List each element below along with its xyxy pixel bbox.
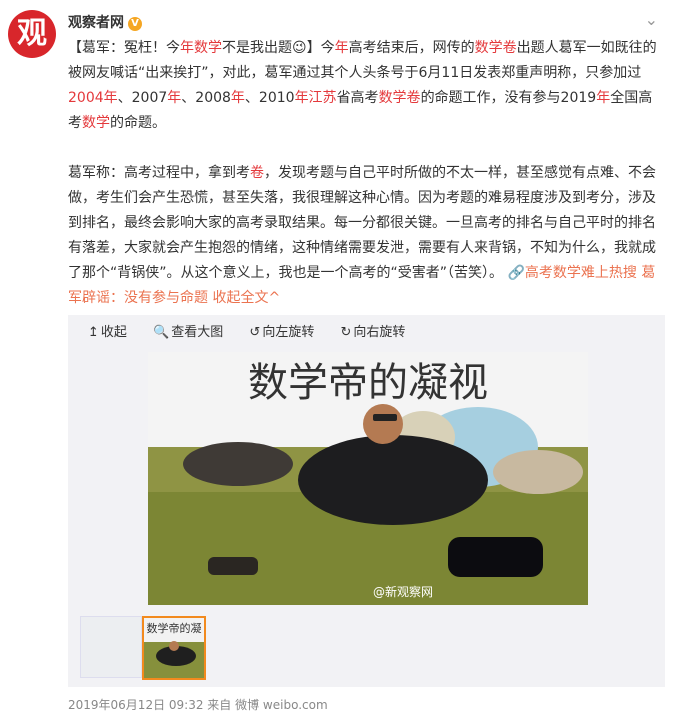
image-watermark: @新观察网	[373, 584, 433, 599]
post-meta: 2019年06月12日 09:32 来自 微博 weibo.com	[68, 698, 328, 712]
text-span: ，发现考题与自己平时所做的不太一样，甚至感觉有点难、不会做，考生们会产生恐慌，甚…	[68, 165, 656, 281]
topic-link-text[interactable]: 高考	[525, 265, 553, 281]
keyword-highlight: 2004年	[68, 90, 118, 106]
keyword-highlight: 年	[334, 40, 349, 56]
thumbnail-image: 数学帝的凝	[144, 618, 204, 678]
author-name-text[interactable]: 观察者网	[68, 15, 124, 31]
keyword-highlight: 年	[180, 40, 194, 56]
keyword-highlight: 数学	[194, 40, 222, 56]
text-span: 、2010	[244, 90, 295, 106]
text-span: 】今	[306, 40, 335, 56]
text-span: 省高考	[336, 90, 379, 106]
text-span: 【葛军：冤枉！今	[68, 40, 180, 56]
keyword-highlight: 年江苏	[294, 90, 337, 106]
rotate-left-icon: ↺	[249, 325, 261, 340]
image-gallery: ↥ 收起 🔍 查看大图 ↺ 向左旋转 ↻ 向右旋转 数学帝的凝视 @新观察网 数…	[68, 315, 665, 687]
keyword-highlight: 年	[167, 90, 182, 106]
zoom-icon: 🔍	[153, 325, 170, 340]
keyword-highlight: 数学卷	[474, 40, 517, 56]
verified-badge-icon: V	[128, 17, 142, 31]
chevron-up-icon: ^	[268, 290, 281, 306]
keyword-highlight: 数学卷	[378, 90, 421, 106]
avatar[interactable]: 观	[8, 10, 56, 58]
keyword-highlight: 年	[596, 90, 611, 106]
keyword-highlight: 卷	[250, 165, 264, 181]
photo-illustration: 数学帝的凝视 @新观察网	[148, 352, 588, 605]
text-span: 高考结束后，网传的	[348, 40, 475, 56]
rotate-right-icon: ↻	[340, 325, 352, 340]
collapse-image-button[interactable]: ↥ 收起	[88, 315, 127, 351]
view-large-label[interactable]: 查看大图	[171, 325, 223, 340]
post-text: 【葛军：冤枉！今年数学不是我出题😉】今年高考结束后，网传的数学卷出题人葛军一如既…	[68, 36, 666, 311]
rotate-left-button[interactable]: ↺ 向左旋转	[249, 315, 314, 351]
text-span: 不是我出题	[222, 40, 292, 56]
collapse-text-link[interactable]: 收起全文^	[212, 290, 280, 306]
collapse-image-label[interactable]: 收起	[101, 325, 127, 340]
post-paragraph-1: 【葛军：冤枉！今年数学不是我出题😉】今年高考结束后，网传的数学卷出题人葛军一如既…	[68, 36, 666, 136]
collapse-text-label[interactable]: 收起全文	[212, 290, 268, 306]
author-name[interactable]: 观察者网 V	[68, 12, 142, 32]
text-span: 的命题工作，没有参与2019	[420, 90, 597, 106]
rotate-right-button[interactable]: ↻ 向右旋转	[340, 315, 405, 351]
image-caption: 数学帝的凝视	[248, 360, 488, 406]
image-toolbar: ↥ 收起 🔍 查看大图 ↺ 向左旋转 ↻ 向右旋转	[68, 315, 665, 351]
weibo-post-card: 观 观察者网 V ⌄ 【葛军：冤枉！今年数学不是我出题😉】今年高考结束后，网传的数…	[0, 0, 676, 725]
view-large-button[interactable]: 🔍 查看大图	[153, 315, 223, 351]
keyword-highlight: 数学	[82, 115, 110, 131]
link-icon: 🔗	[507, 265, 525, 281]
main-photo[interactable]: 数学帝的凝视 @新观察网	[148, 352, 588, 605]
chevron-down-icon[interactable]: ⌄	[645, 10, 658, 29]
post-paragraph-2: 葛军称：高考过程中，拿到考卷，发现考题与自己平时所做的不太一样，甚至感觉有点难、…	[68, 161, 666, 311]
thumbnail-1[interactable]	[80, 616, 142, 678]
text-span: 、2008	[181, 90, 231, 106]
thumbnail-2[interactable]: 数学帝的凝	[142, 616, 206, 680]
topic-link-text[interactable]: 数学	[553, 265, 581, 281]
text-span: 葛军称：高考过程中，拿到考	[68, 165, 250, 181]
collapse-icon: ↥	[88, 325, 99, 340]
rotate-left-label[interactable]: 向左旋转	[262, 325, 314, 340]
keyword-highlight: 年	[230, 90, 245, 106]
text-span: 的命题。	[110, 115, 166, 131]
rotate-right-label[interactable]: 向右旋转	[353, 325, 405, 340]
wink-emoji-icon: 😉	[292, 40, 307, 56]
thumbnail-caption: 数学帝的凝	[147, 621, 202, 635]
text-span: 、2007	[117, 90, 168, 106]
